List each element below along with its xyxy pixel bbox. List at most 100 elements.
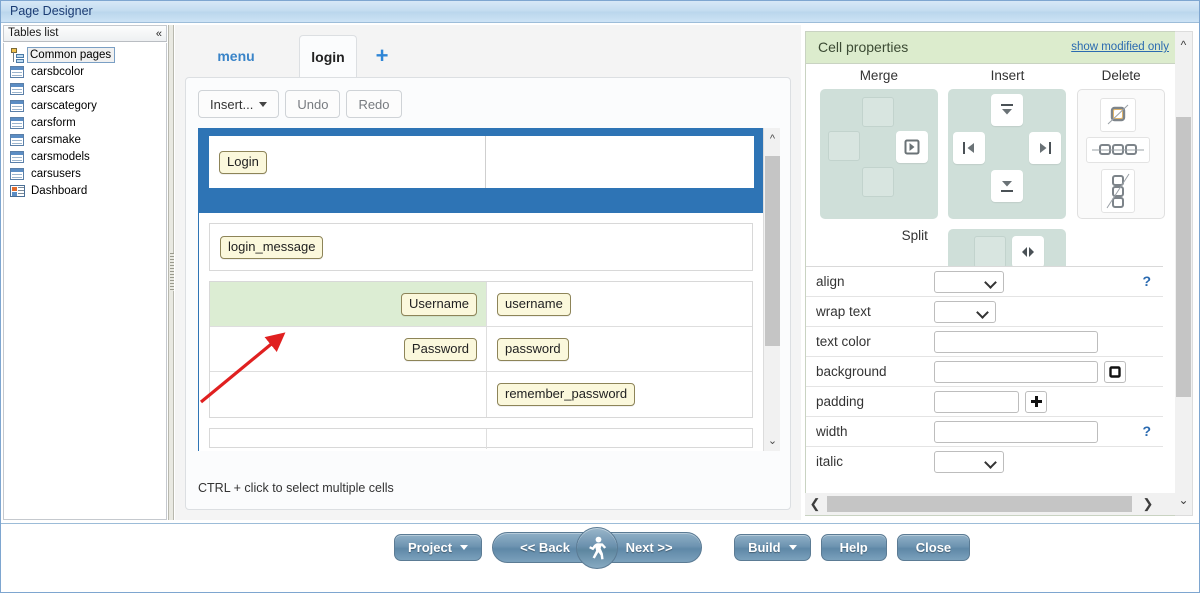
insert-left-button[interactable]	[953, 132, 985, 164]
canvas-vertical-scrollbar[interactable]: ^ ⌄	[763, 128, 780, 451]
run-button[interactable]	[576, 527, 618, 569]
design-canvas[interactable]: Login login_message Username username Pass…	[198, 128, 763, 451]
grid-cell-field[interactable]: password	[487, 327, 752, 371]
properties-hscroll-thumb[interactable]	[827, 496, 1132, 512]
delete-cell-button[interactable]	[1100, 98, 1136, 132]
show-modified-only-link[interactable]: show modified only	[1071, 41, 1169, 53]
sidebar-item-carsusers[interactable]: carsusers	[4, 165, 166, 182]
grid-cell-field[interactable]: username	[487, 282, 752, 326]
property-input[interactable]	[934, 391, 1019, 413]
properties-scroll-thumb[interactable]	[1176, 117, 1191, 397]
sidebar-item-dashboard[interactable]: Dashboard	[4, 182, 166, 199]
close-button[interactable]: Close	[897, 534, 970, 561]
insert-dropdown-button[interactable]: Insert...	[198, 90, 279, 118]
build-button[interactable]: Build	[734, 534, 811, 561]
properties-scroll-right-icon[interactable]: ❯	[1138, 493, 1158, 515]
project-button[interactable]: Project	[394, 534, 482, 561]
table-row[interactable]: Username username	[210, 282, 752, 327]
chip-remember_password[interactable]: remember_password	[497, 383, 635, 406]
table-icon	[10, 65, 25, 79]
undo-button[interactable]: Undo	[285, 90, 340, 118]
chip-login-title[interactable]: Login	[219, 151, 267, 174]
grid-cell-label[interactable]	[210, 372, 487, 417]
page-body: login_message Username username Password pa…	[199, 213, 763, 448]
property-select[interactable]	[934, 271, 1004, 293]
header-cell-right[interactable]	[486, 136, 754, 188]
property-input[interactable]	[934, 421, 1098, 443]
properties-scroll-left-icon[interactable]: ❮	[805, 493, 825, 515]
plus-icon: +	[376, 43, 389, 69]
merge-right-button[interactable]	[896, 131, 928, 163]
color-swatch-icon[interactable]	[1104, 361, 1126, 383]
insert-above-button[interactable]	[991, 94, 1023, 126]
grid-cell-label[interactable]: Password	[210, 327, 487, 371]
sidebar-item-carsbcolor[interactable]: carsbcolor	[4, 63, 166, 80]
table-icon	[10, 150, 25, 164]
page-header-band: Login	[199, 128, 763, 213]
sidebar-header: Tables list «	[3, 25, 167, 42]
properties-vertical-scrollbar[interactable]: ^ ⌄	[1175, 31, 1193, 516]
sidebar-item-common-pages[interactable]: Common pages	[4, 46, 166, 63]
delete-label: Delete	[1071, 68, 1171, 83]
properties-horizontal-scrollbar[interactable]: ❮ ❯	[805, 493, 1176, 515]
insert-below-button[interactable]	[991, 170, 1023, 202]
properties-scroll-down-icon[interactable]: ⌄	[1175, 491, 1192, 509]
help-icon[interactable]: ?	[1142, 273, 1151, 289]
property-label: italic	[816, 454, 934, 469]
property-input[interactable]	[934, 361, 1098, 383]
table-row[interactable]: Password password	[210, 327, 752, 372]
redo-button[interactable]: Redo	[346, 90, 401, 118]
next-row-partial[interactable]	[209, 428, 753, 448]
help-button[interactable]: Help	[821, 534, 887, 561]
insert-right-button[interactable]	[1029, 132, 1061, 164]
sidebar-item-carscategory[interactable]: carscategory	[4, 97, 166, 114]
cell-properties-panel: Cell properties show modified only Merge	[805, 31, 1180, 516]
property-label: background	[816, 364, 934, 379]
delete-column-button[interactable]	[1101, 169, 1135, 213]
header-cell-left[interactable]: Login	[209, 136, 486, 188]
grid-cell-label[interactable]: Username	[210, 282, 487, 326]
property-input[interactable]	[934, 331, 1098, 353]
splitter-grip[interactable]	[170, 253, 174, 291]
chip-username[interactable]: username	[497, 293, 571, 316]
property-select[interactable]	[934, 451, 1004, 473]
sidebar-item-label: carsmodels	[28, 151, 93, 163]
message-cell[interactable]: login_message	[210, 224, 752, 270]
redo-label: Redo	[358, 97, 389, 112]
table-icon	[10, 133, 25, 147]
sidebar-splitter[interactable]	[168, 25, 174, 520]
split-button[interactable]	[1012, 236, 1044, 268]
chip-password[interactable]: Password	[404, 338, 477, 361]
grid-cell-field[interactable]: remember_password	[487, 372, 752, 417]
add-padding-icon[interactable]	[1025, 391, 1047, 413]
chevron-down-icon	[789, 545, 797, 550]
sidebar-item-carscars[interactable]: carscars	[4, 80, 166, 97]
property-select[interactable]	[934, 301, 996, 323]
canvas-scroll-thumb[interactable]	[765, 156, 780, 346]
chip-login-message[interactable]: login_message	[220, 236, 323, 259]
property-label: width	[816, 424, 934, 439]
chip-username[interactable]: Username	[401, 293, 477, 316]
add-tab-button[interactable]: +	[367, 35, 397, 77]
chip-password[interactable]: password	[497, 338, 569, 361]
sidebar-item-carsform[interactable]: carsform	[4, 114, 166, 131]
table-row[interactable]: remember_password	[210, 372, 752, 417]
tab-menu[interactable]: menu	[205, 35, 267, 77]
next-row-cell-left[interactable]	[210, 429, 487, 449]
tab-login[interactable]: login	[299, 35, 357, 77]
message-row[interactable]: login_message	[209, 223, 753, 271]
next-row-cell-right[interactable]	[487, 429, 752, 449]
table-icon	[10, 99, 25, 113]
tables-tree[interactable]: Common pages carsbcolor carscarscarscatego…	[3, 43, 167, 520]
sidebar-item-carsmodels[interactable]: carsmodels	[4, 148, 166, 165]
properties-scroll-up-icon[interactable]: ^	[1175, 36, 1192, 54]
double-chevron-left-icon[interactable]: «	[156, 27, 162, 41]
sidebar-item-label: carsbcolor	[28, 66, 87, 78]
sidebar-item-carsmake[interactable]: carsmake	[4, 131, 166, 148]
scroll-down-icon[interactable]: ⌄	[764, 432, 780, 449]
back-label: << Back	[520, 540, 570, 555]
scroll-up-icon[interactable]: ^	[764, 130, 780, 147]
help-icon[interactable]: ?	[1142, 423, 1151, 439]
window-title: Page Designer	[10, 4, 93, 18]
delete-row-button[interactable]	[1086, 137, 1150, 163]
